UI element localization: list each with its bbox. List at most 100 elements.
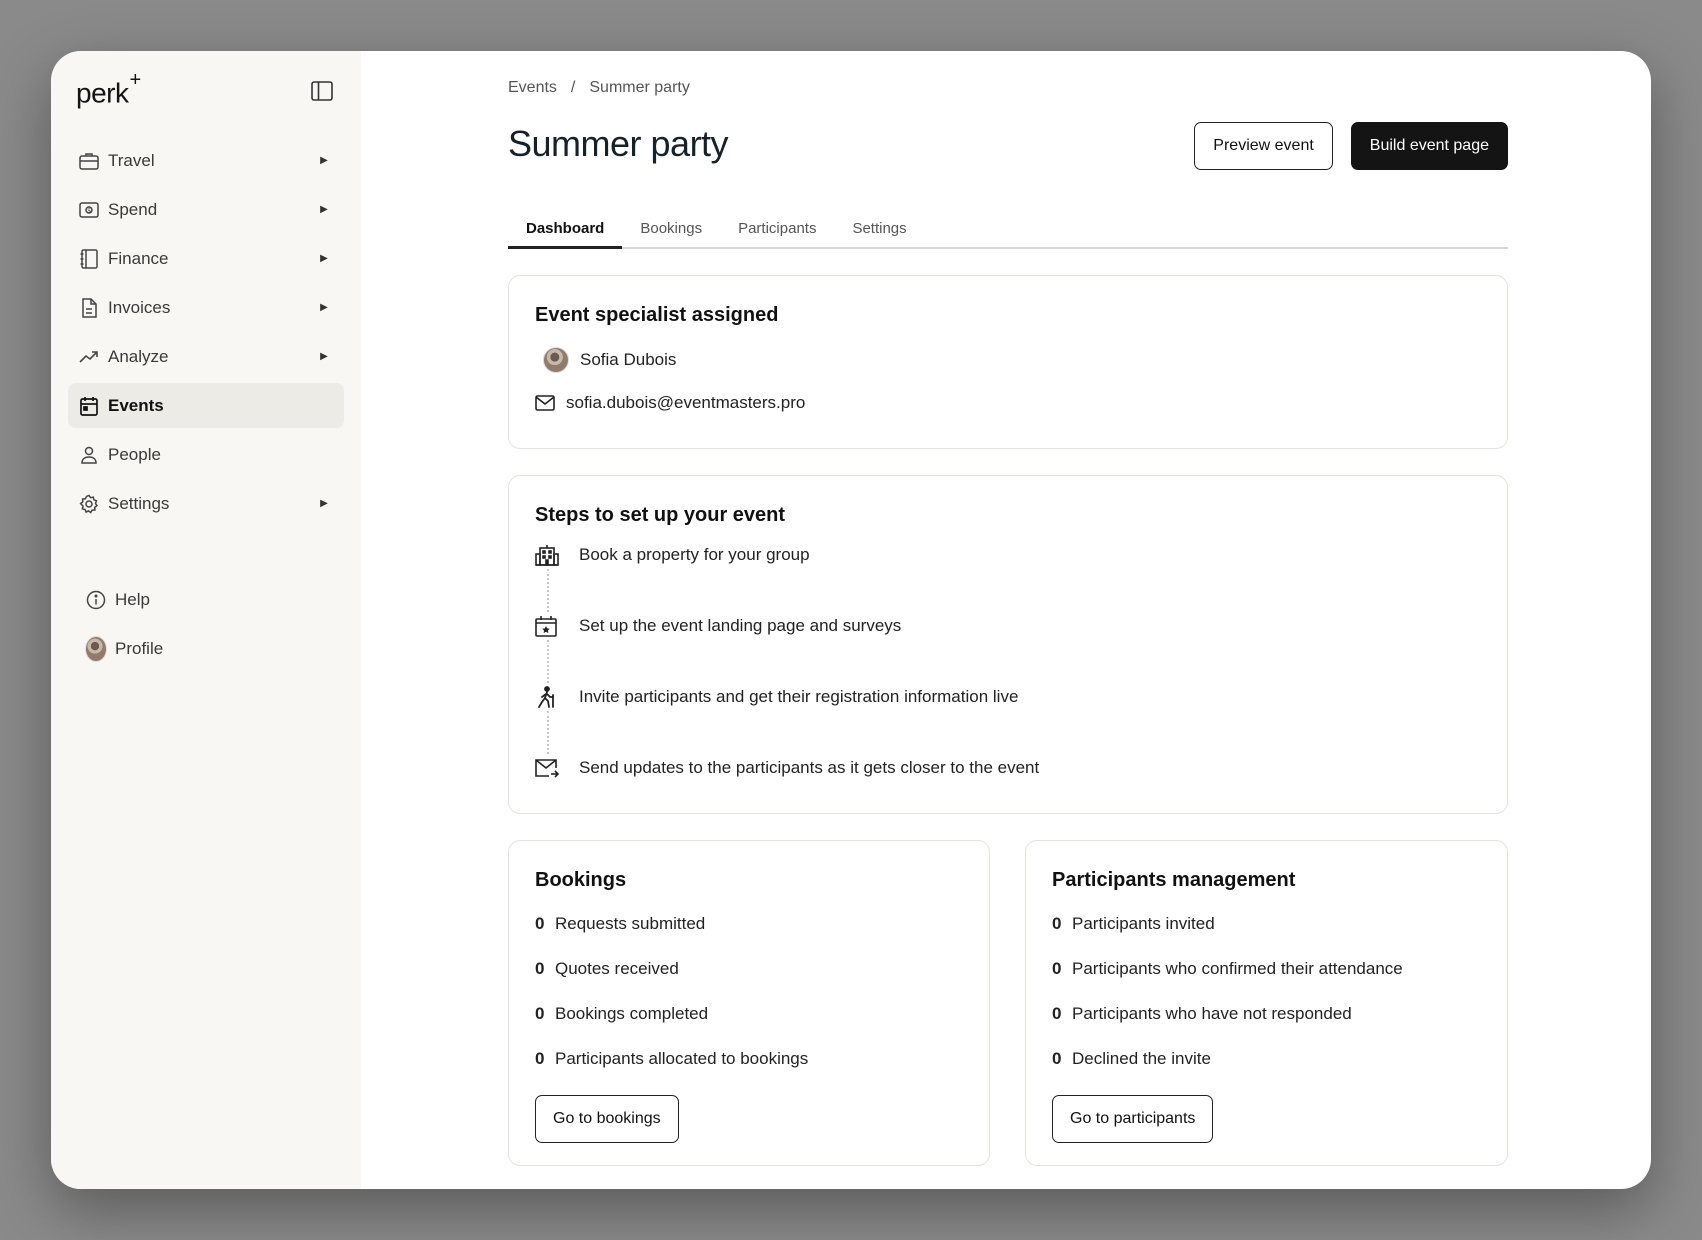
specialist-card-title: Event specialist assigned [535, 304, 779, 326]
sidebar-item-events[interactable]: Events [68, 383, 344, 428]
sidebar-item-settings[interactable]: Settings ▶ [68, 481, 344, 526]
specialist-card: Event specialist assigned Sofia Dubois s… [508, 275, 1508, 449]
main-content: Events / Summer party Summer party Previ… [361, 51, 1651, 1189]
breadcrumb-current: Summer party [589, 79, 690, 96]
sidebar-item-people[interactable]: People [68, 432, 344, 477]
participants-card-title: Participants management [1052, 869, 1296, 891]
tab-settings[interactable]: Settings [834, 212, 924, 249]
step-item: Set up the event landing page and survey… [535, 612, 1481, 640]
breadcrumb-events-link[interactable]: Events [508, 79, 557, 97]
breadcrumb: Events / Summer party [508, 79, 690, 97]
sidebar-item-profile[interactable]: Profile [77, 626, 337, 671]
tab-bookings[interactable]: Bookings [622, 212, 720, 249]
sidebar-item-travel[interactable]: Travel ▶ [68, 138, 344, 183]
trend-icon [78, 346, 100, 368]
bookings-stat-quotes: 0 Quotes received [535, 956, 963, 982]
step-label: Set up the event landing page and survey… [579, 616, 902, 635]
specialist-email-row: sofia.dubois@eventmasters.pro [535, 393, 1481, 413]
sidebar-item-label: Invoices [108, 297, 171, 317]
page-title: Summer party [508, 123, 729, 164]
participants-stat-confirmed: 0 Participants who confirmed their atten… [1052, 956, 1481, 982]
sidebar-item-analyze[interactable]: Analyze ▶ [68, 334, 344, 379]
stat-value: 0 [535, 1004, 545, 1023]
bookings-card: Bookings 0 Requests submitted 0 Quotes r… [508, 840, 990, 1166]
sidebar-item-finance[interactable]: Finance ▶ [68, 236, 344, 281]
specialist-email[interactable]: sofia.dubois@eventmasters.pro [566, 393, 805, 413]
step-label: Book a property for your group [579, 545, 810, 564]
stat-label: Participants who confirmed their attenda… [1072, 959, 1403, 978]
step-item: Invite participants and get their regist… [535, 683, 1481, 711]
breadcrumb-separator: / [570, 79, 576, 96]
avatar [535, 347, 580, 373]
stat-value: 0 [1052, 1049, 1062, 1068]
svg-text:$: $ [87, 207, 91, 214]
caret-right-icon: ▶ [320, 351, 328, 362]
bookings-stat-allocated: 0 Participants allocated to bookings [535, 1046, 963, 1072]
stat-label: Declined the invite [1072, 1049, 1211, 1068]
cash-icon: $ [78, 199, 100, 221]
header-actions: Preview event Build event page [1194, 122, 1508, 170]
sidebar-item-label: Profile [115, 638, 164, 658]
step-connector [547, 569, 549, 612]
stat-value: 0 [535, 959, 545, 978]
stat-value: 0 [535, 914, 545, 933]
sidebar-item-label: Settings [108, 493, 170, 513]
participants-stat-not-responded: 0 Participants who have not responded [1052, 1001, 1481, 1027]
step-label: Invite participants and get their regist… [579, 687, 1019, 706]
sidebar-item-invoices[interactable]: Invoices ▶ [68, 285, 344, 330]
participants-card: Participants management 0 Participants i… [1025, 840, 1508, 1166]
stat-label: Quotes received [555, 959, 679, 978]
sidebar-toggle-icon [311, 81, 333, 101]
logo-text: perk [76, 77, 129, 109]
bookings-card-title: Bookings [535, 869, 627, 891]
sidebar-item-spend[interactable]: $ Spend ▶ [68, 187, 344, 232]
specialist-name-row: Sofia Dubois [535, 347, 1481, 373]
calendar-icon [78, 395, 100, 417]
stat-label: Participants who have not responded [1072, 1004, 1352, 1023]
stat-value: 0 [1052, 914, 1062, 933]
mail-icon [535, 395, 566, 411]
sidebar-collapse-button[interactable] [309, 78, 335, 104]
sidebar-item-label: Events [108, 395, 164, 415]
sidebar-item-label: Analyze [108, 346, 169, 366]
participants-stat-invited: 0 Participants invited [1052, 911, 1481, 937]
building-icon [535, 544, 579, 566]
sidebar-item-label: Travel [108, 150, 155, 170]
stat-label: Requests submitted [555, 914, 706, 933]
sidebar-item-help[interactable]: Help [77, 577, 337, 622]
steps-card: Steps to set up your event Book a proper… [508, 475, 1508, 814]
specialist-name: Sofia Dubois [580, 350, 677, 369]
step-item: Book a property for your group [535, 541, 1481, 569]
tab-dashboard[interactable]: Dashboard [508, 212, 623, 249]
bookings-stat-completed: 0 Bookings completed [535, 1001, 963, 1027]
go-to-participants-button[interactable]: Go to participants [1052, 1095, 1214, 1143]
go-to-bookings-button[interactable]: Go to bookings [535, 1095, 679, 1143]
app-window: perk+ Travel ▶ $ Spend ▶ Finance ▶ Invoi… [51, 51, 1651, 1189]
step-connector [547, 711, 549, 754]
preview-event-button[interactable]: Preview event [1194, 122, 1333, 170]
steps-card-title: Steps to set up your event [535, 504, 786, 526]
step-item: Send updates to the participants as it g… [535, 754, 1481, 782]
person-icon [78, 444, 100, 466]
logo-mark: + [129, 69, 141, 91]
info-icon [85, 589, 107, 611]
steps-list: Book a property for your group Set up th… [535, 541, 1481, 782]
mail-send-icon [535, 758, 579, 778]
caret-right-icon: ▶ [320, 155, 328, 166]
gear-icon [78, 493, 100, 515]
sidebar-bottom: Help Profile [77, 577, 337, 675]
step-connector [547, 640, 549, 683]
caret-right-icon: ▶ [320, 253, 328, 264]
sidebar-item-label: Finance [108, 248, 169, 268]
tab-participants[interactable]: Participants [720, 212, 834, 249]
caret-right-icon: ▶ [320, 498, 328, 509]
stat-value: 0 [1052, 959, 1062, 978]
document-icon [78, 297, 100, 319]
sidebar-item-label: People [108, 444, 161, 464]
bookings-stat-requests: 0 Requests submitted [535, 911, 963, 937]
participants-stat-declined: 0 Declined the invite [1052, 1046, 1481, 1072]
perk-logo[interactable]: perk+ [76, 69, 141, 109]
stat-value: 0 [535, 1049, 545, 1068]
caret-right-icon: ▶ [320, 204, 328, 215]
build-event-page-button[interactable]: Build event page [1350, 122, 1508, 170]
